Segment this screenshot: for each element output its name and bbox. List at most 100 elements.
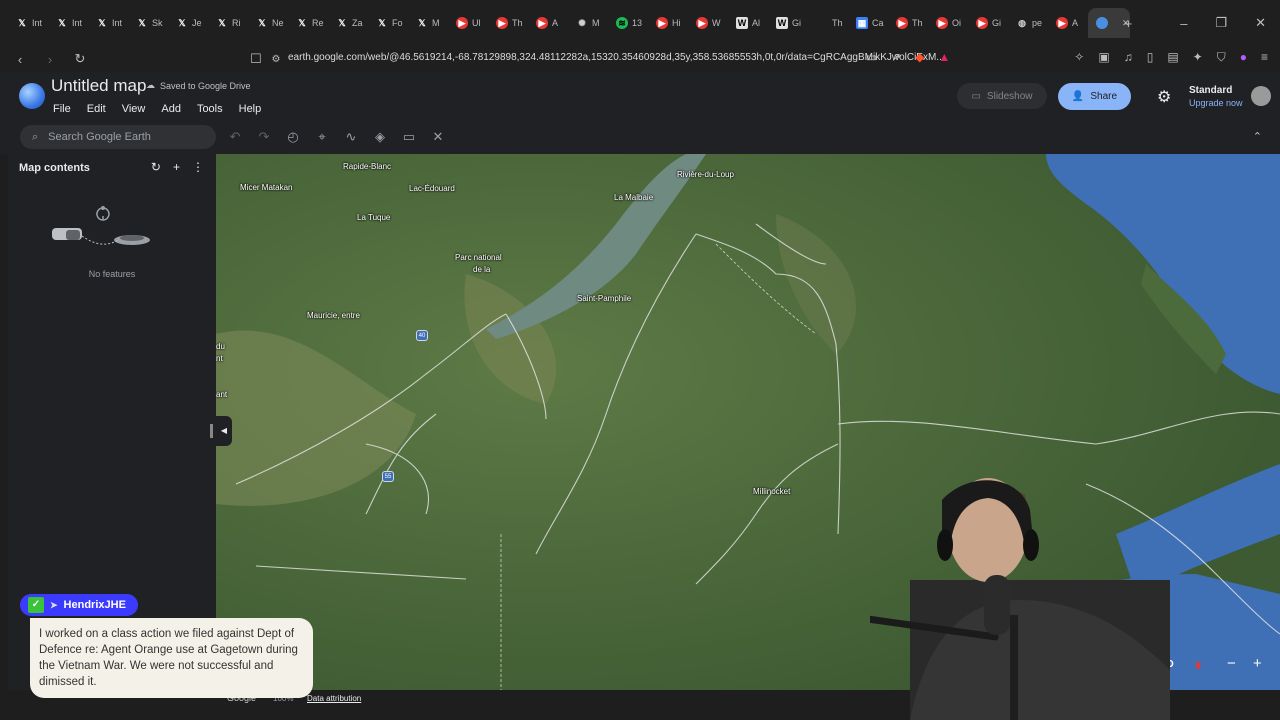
browser-tab[interactable]: 𝕏 Ri bbox=[208, 8, 248, 38]
extension-icon[interactable]: ✧ bbox=[1074, 50, 1084, 65]
browser-tab[interactable]: 𝕏 Int bbox=[88, 8, 128, 38]
browser-tab[interactable]: ✺ M bbox=[568, 8, 608, 38]
menu-view[interactable]: View bbox=[122, 103, 146, 115]
site-info-icon[interactable]: ⚙ bbox=[266, 54, 286, 65]
compass-icon[interactable]: ⬧ bbox=[1195, 656, 1201, 673]
bookmark-icon[interactable]: ☐ bbox=[246, 51, 266, 67]
menu-icon[interactable]: ≡ bbox=[1261, 50, 1268, 65]
close-window-icon[interactable]: ✕ bbox=[1255, 15, 1266, 31]
tab-list: 𝕏 Int 𝕏 Int 𝕏 Int 𝕏 Sk 𝕏 Je 𝕏 Ri 𝕏 Ne 𝕏 Re 𝕏 Za 𝕏 Fo 𝕏 M ▶ Ul ▶ T… bbox=[8, 8, 1130, 38]
map-title[interactable]: Untitled map bbox=[51, 76, 146, 96]
layers-icon[interactable]: ◈ bbox=[373, 129, 387, 145]
browser-tab[interactable]: ▶ Hi bbox=[648, 8, 688, 38]
browser-tab[interactable]: 𝕏M bbox=[408, 8, 448, 38]
browser-tab-label: Al bbox=[752, 18, 761, 28]
browser-tab-label: pe bbox=[1032, 18, 1043, 28]
menu-edit[interactable]: Edit bbox=[87, 103, 106, 115]
refresh-icon[interactable]: ↻ bbox=[151, 160, 161, 174]
menu-add[interactable]: Add bbox=[161, 103, 181, 115]
redo-icon[interactable]: ↷ bbox=[257, 129, 271, 145]
browser-tab[interactable]: W Al bbox=[728, 8, 768, 38]
google-earth-logo[interactable] bbox=[19, 83, 45, 109]
highway-shield: 55 bbox=[382, 471, 394, 482]
extensions-bar: ▭ ↗ ◆ ▲ ✧ ▣ ♫ ▯ ▤ ✦ ⛉ ● ≡ bbox=[866, 50, 1268, 65]
reload-icon[interactable]: ↻ bbox=[70, 51, 90, 67]
place-label: nt bbox=[216, 354, 223, 363]
projects-icon[interactable]: ✕ bbox=[431, 129, 445, 145]
forward-icon[interactable]: › bbox=[40, 52, 60, 67]
browser-tab[interactable]: ▶ Gi bbox=[968, 8, 1008, 38]
browser-tab[interactable]: 𝕏 Je bbox=[168, 8, 208, 38]
upgrade-link[interactable]: Upgrade now bbox=[1189, 98, 1243, 108]
browser-tab[interactable]: Th bbox=[808, 8, 848, 38]
panel-actions: ↻ + ⋮ bbox=[151, 160, 204, 174]
history-icon[interactable]: ◴ bbox=[286, 129, 300, 145]
search-box[interactable]: ⌕ Search Google Earth bbox=[20, 125, 216, 149]
browser-tab[interactable]: 𝕏 Int bbox=[48, 8, 88, 38]
brave-shield-icon[interactable]: ◆ bbox=[915, 50, 924, 65]
more-vert-icon[interactable]: ⋮ bbox=[192, 160, 204, 174]
saved-status: ☁ Saved to Google Drive bbox=[146, 80, 251, 91]
draw-path-icon[interactable]: ∿ bbox=[344, 129, 358, 145]
undo-icon[interactable]: ↶ bbox=[228, 129, 242, 145]
browser-tab[interactable]: ▶ Th bbox=[488, 8, 528, 38]
slideshow-button[interactable]: ▭ Slideshow bbox=[957, 83, 1047, 109]
browser-tab[interactable]: 𝕏 Int bbox=[8, 8, 48, 38]
avatar[interactable] bbox=[1251, 86, 1271, 106]
add-icon[interactable]: + bbox=[173, 160, 180, 174]
openai-icon: ✺ bbox=[578, 17, 586, 28]
menu-help[interactable]: Help bbox=[239, 103, 262, 115]
collapse-panel-button[interactable]: ◀ bbox=[216, 416, 232, 446]
leo-icon[interactable]: ✦ bbox=[1193, 50, 1203, 65]
placemark-icon[interactable]: ⌖ bbox=[315, 129, 329, 145]
browser-tab[interactable]: 𝕏 Sk bbox=[128, 8, 168, 38]
zoom-in-button[interactable]: + bbox=[1253, 655, 1262, 672]
sidebar-icon[interactable]: ▯ bbox=[1147, 50, 1154, 65]
browser-tab[interactable]: 𝕏 Re bbox=[288, 8, 328, 38]
browser-tab[interactable]: ▶ W bbox=[688, 8, 728, 38]
menu-tools[interactable]: Tools bbox=[197, 103, 223, 115]
maximize-icon[interactable]: ❐ bbox=[1215, 15, 1227, 31]
share-page-icon[interactable]: ↗ bbox=[891, 50, 901, 65]
browser-tab[interactable]: ▶ Th bbox=[888, 8, 928, 38]
chevron-up-icon[interactable]: ⌃ bbox=[1253, 130, 1262, 143]
url-field[interactable]: earth.google.com/web/@46.5619214,-68.781… bbox=[288, 52, 945, 63]
youtube-icon: ▶ bbox=[976, 17, 988, 29]
browser-tab[interactable]: ▦ Ca bbox=[848, 8, 888, 38]
share-button[interactable]: 👤 Share bbox=[1058, 83, 1131, 110]
wallet-icon[interactable]: ▣ bbox=[1098, 50, 1109, 65]
browser-tab[interactable]: ▶ A bbox=[1048, 8, 1088, 38]
profile-icon[interactable]: ● bbox=[1240, 50, 1247, 65]
panel-resize-handle[interactable] bbox=[210, 424, 213, 438]
screenshot-icon[interactable]: ▤ bbox=[1167, 50, 1178, 65]
browser-tab[interactable]: 𝕏 Za bbox=[328, 8, 368, 38]
music-icon[interactable]: ♫ bbox=[1124, 50, 1133, 65]
place-label: Lac-Édouard bbox=[409, 184, 455, 193]
vpn-icon[interactable]: ⛉ bbox=[1217, 50, 1226, 65]
browser-tab[interactable]: ▶ Ul bbox=[448, 8, 488, 38]
browser-tab-label: Fo bbox=[392, 18, 403, 28]
browser-tab[interactable]: ≋ 13 bbox=[608, 8, 648, 38]
settings-gear-icon[interactable]: ⚙ bbox=[1157, 87, 1171, 107]
data-attribution-link[interactable]: Data attribution bbox=[307, 694, 361, 703]
earth-icon bbox=[1096, 17, 1108, 29]
place-label: de la bbox=[473, 265, 491, 274]
zoom-out-button[interactable]: − bbox=[1227, 655, 1236, 672]
menu-file[interactable]: File bbox=[53, 103, 71, 115]
browser-tab[interactable]: 𝕏 Fo bbox=[368, 8, 408, 38]
browser-tab[interactable]: ▶ A bbox=[528, 8, 568, 38]
browser-tab[interactable]: ▶ Oi bbox=[928, 8, 968, 38]
back-icon[interactable]: ‹ bbox=[10, 52, 30, 67]
x-icon: 𝕏 bbox=[418, 17, 426, 28]
cast-icon[interactable]: ▭ bbox=[866, 50, 877, 65]
search-input[interactable]: Search Google Earth bbox=[48, 131, 151, 143]
new-tab-icon[interactable]: + bbox=[1125, 16, 1133, 31]
browser-tab[interactable]: W Gi bbox=[768, 8, 808, 38]
minimize-icon[interactable]: – bbox=[1180, 16, 1187, 31]
browser-tab[interactable]: 𝕏 Ne bbox=[248, 8, 288, 38]
browser-tab-label: Th bbox=[832, 18, 843, 28]
ruler-icon[interactable]: ▭ bbox=[402, 129, 416, 145]
browser-tab[interactable]: ◍ pe bbox=[1008, 8, 1048, 38]
brave-rewards-icon[interactable]: ▲ bbox=[938, 50, 950, 65]
x-icon: 𝕏 bbox=[378, 17, 386, 28]
